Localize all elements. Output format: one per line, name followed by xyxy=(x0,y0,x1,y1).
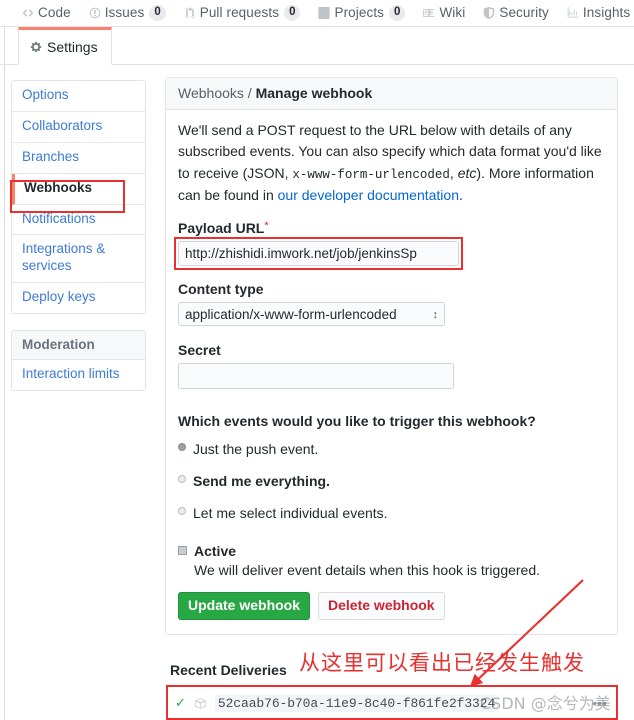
nav-label: Wiki xyxy=(439,5,466,21)
sidebar-item-deploy-keys[interactable]: Deploy keys xyxy=(12,283,145,313)
nav-label: Issues xyxy=(104,5,145,21)
event-option-label: Just the push event. xyxy=(193,440,319,457)
shield-icon xyxy=(483,7,495,19)
content-type-select[interactable]: application/x-www-form-urlencoded ↕ xyxy=(178,301,445,326)
content-type-label: Content type xyxy=(178,280,264,297)
desc-part-4: . xyxy=(458,186,463,203)
panel-body: We'll send a POST request to the URL bel… xyxy=(166,110,617,634)
sidebar-item-webhooks[interactable]: Webhooks xyxy=(12,173,145,205)
webhook-description: We'll send a POST request to the URL bel… xyxy=(178,120,605,206)
radio-icon[interactable] xyxy=(178,506,186,515)
manage-webhook-panel: Webhooks / Manage webhook We'll send a P… xyxy=(165,77,618,636)
nav-label: Insights xyxy=(582,5,631,21)
active-description: We will deliver event details when this … xyxy=(194,561,541,578)
payload-url-input[interactable]: http://zhishidi.imwork.net/job/jenkinsSp xyxy=(178,240,459,266)
developer-documentation-link[interactable]: our developer documentation xyxy=(278,187,459,203)
tab-settings-label: Settings xyxy=(47,39,98,55)
sidebar-item-branches[interactable]: Branches xyxy=(12,142,145,174)
book-icon xyxy=(423,7,435,19)
issues-counter: 0 xyxy=(149,5,166,21)
payload-url-wrapper: http://zhishidi.imwork.net/job/jenkinsSp xyxy=(174,236,605,270)
settings-sidebar: Options Collaborators Branches Webhooks … xyxy=(11,80,146,391)
nav-label: Projects xyxy=(334,5,385,21)
gear-icon xyxy=(30,41,42,53)
checkbox-icon[interactable] xyxy=(178,545,187,555)
nav-item-projects[interactable]: Projects 0 xyxy=(318,5,406,21)
window-edge-strip xyxy=(0,0,5,720)
chevron-updown-icon: ↕ xyxy=(432,308,439,321)
sidebar-item-integrations-services[interactable]: Integrations & services xyxy=(12,235,145,284)
nav-label: Code xyxy=(38,5,71,21)
nav-label: Pull requests xyxy=(199,5,280,21)
nav-item-security[interactable]: Security xyxy=(483,6,549,20)
delete-webhook-button[interactable]: Delete webhook xyxy=(318,591,445,621)
git-pull-request-icon xyxy=(184,7,196,19)
desc-code: x-www-form-urlencoded xyxy=(292,167,450,182)
repo-nav: Code Issues 0 Pull requests 0 Projects 0… xyxy=(0,0,634,27)
desc-em: etc xyxy=(457,164,477,181)
sidebar-group-main: Options Collaborators Branches Webhooks … xyxy=(11,80,146,314)
event-option-individual[interactable]: Let me select individual events. xyxy=(178,505,605,521)
nav-item-insights[interactable]: Insights xyxy=(567,6,630,20)
project-icon xyxy=(318,7,331,19)
package-icon xyxy=(194,697,207,710)
radio-icon[interactable] xyxy=(178,442,186,451)
sidebar-item-notifications[interactable]: Notifications xyxy=(12,204,145,236)
payload-url-label-text: Payload URL xyxy=(178,219,265,236)
csdn-watermark: CSDN @念兮为美 xyxy=(480,694,611,713)
recent-deliveries-title: Recent Deliveries xyxy=(170,662,287,678)
event-option-push[interactable]: Just the push event. xyxy=(178,441,605,457)
sidebar-group-moderation: Moderation Interaction limits xyxy=(11,330,146,391)
active-label: Active xyxy=(194,542,237,559)
desc-part-2: , xyxy=(449,164,458,181)
breadcrumb-separator: / xyxy=(247,85,252,101)
events-question: Which events would you like to trigger t… xyxy=(178,412,536,429)
code-icon xyxy=(22,7,34,19)
nav-item-issues[interactable]: Issues 0 xyxy=(89,5,166,21)
tab-bar: Settings xyxy=(0,27,634,65)
graph-icon xyxy=(567,7,579,19)
breadcrumb-current: Manage webhook xyxy=(255,85,373,101)
event-option-label: Let me select individual events. xyxy=(193,504,388,521)
annotation-note-text: 从这里可以看出已经发生触发 xyxy=(299,651,585,675)
update-webhook-button[interactable]: Update webhook xyxy=(178,591,311,621)
event-option-label: Send me everything. xyxy=(193,472,330,489)
delivery-id: 52caab76-b70a-11e9-8c40-f861fe2f3324 xyxy=(214,694,499,712)
active-checkbox-row[interactable]: Active xyxy=(178,543,605,559)
projects-counter: 0 xyxy=(389,5,406,21)
nav-item-pull-requests[interactable]: Pull requests 0 xyxy=(184,5,301,21)
sidebar-item-options[interactable]: Options xyxy=(12,81,145,112)
breadcrumb: Webhooks / Manage webhook xyxy=(166,78,617,110)
tab-settings[interactable]: Settings xyxy=(18,27,112,65)
content-type-value: application/x-www-form-urlencoded xyxy=(185,306,397,322)
breadcrumb-parent[interactable]: Webhooks xyxy=(178,85,244,101)
sidebar-heading-moderation: Moderation xyxy=(12,331,145,360)
pull-requests-counter: 0 xyxy=(284,5,301,21)
nav-label: Security xyxy=(499,5,549,21)
secret-input[interactable] xyxy=(178,362,454,389)
button-row: Update webhook Delete webhook xyxy=(178,591,605,621)
issue-opened-icon xyxy=(89,7,101,19)
radio-icon[interactable] xyxy=(178,474,186,483)
check-icon: ✓ xyxy=(175,695,186,710)
sidebar-item-interaction-limits[interactable]: Interaction limits xyxy=(12,360,145,390)
sidebar-item-collaborators[interactable]: Collaborators xyxy=(12,111,145,143)
secret-label: Secret xyxy=(178,341,221,358)
payload-url-label: Payload URL* xyxy=(178,220,605,236)
event-option-everything[interactable]: Send me everything. xyxy=(178,473,605,489)
required-marker: * xyxy=(264,219,269,232)
nav-item-wiki[interactable]: Wiki xyxy=(423,6,465,20)
nav-item-code[interactable]: Code xyxy=(22,6,71,20)
